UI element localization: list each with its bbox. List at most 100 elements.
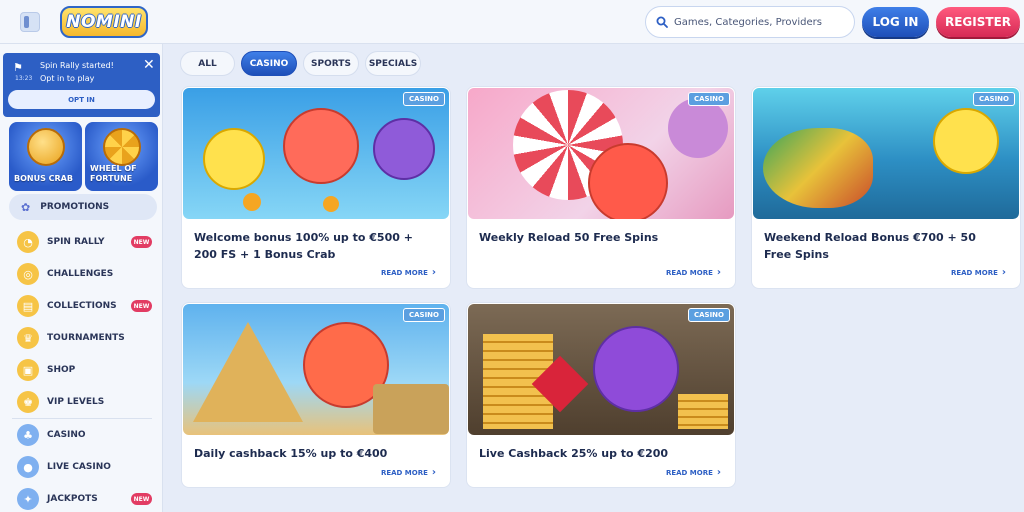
read-more-label: READ MORE (665, 268, 713, 277)
top-header: NOMINI LOG IN REGISTER (0, 0, 1024, 44)
sidebar-item-label: LIVE CASINO (47, 462, 111, 472)
read-more-link[interactable]: READ MORE › (381, 467, 436, 478)
sidebar-item-spin-rally[interactable]: ◔ SPIN RALLY NEW (0, 226, 163, 258)
wheel-of-fortune-tile[interactable]: WHEEL OF FORTUNE (85, 122, 158, 191)
promo-title: Live Cashback 25% up to €200 (479, 447, 669, 460)
close-icon[interactable]: ✕ (143, 57, 155, 73)
sidebar-item-label: SPIN RALLY (47, 237, 105, 247)
promo-image (468, 88, 734, 219)
new-badge: NEW (131, 493, 152, 505)
search-icon (656, 16, 668, 28)
sidebar-item-label: PROMOTIONS (40, 202, 110, 212)
grape-cowboy-character-icon (593, 326, 679, 412)
sidebar-item-label: COLLECTIONS (47, 301, 117, 311)
promo-card-live-cashback[interactable]: CASINO Live Cashback 25% up to €200 READ… (466, 302, 736, 488)
sidebar-item-vip-levels[interactable]: ♚ VIP LEVELS (0, 386, 163, 418)
search-bar[interactable] (645, 6, 855, 38)
chevron-right-icon: › (1001, 267, 1006, 278)
search-input[interactable] (674, 16, 834, 28)
read-more-link[interactable]: READ MORE › (666, 267, 721, 278)
coin-stack-icon (678, 394, 728, 429)
category-tag: CASINO (402, 308, 445, 322)
sidebar-item-label: TOURNAMENTS (47, 333, 125, 343)
logo-text: NOMINI (66, 12, 142, 32)
sidebar-item-jackpots[interactable]: ✦ JACKPOTS NEW (0, 483, 163, 512)
sidebar-item-challenges[interactable]: ◎ CHALLENGES (0, 258, 163, 290)
coin-icon (243, 193, 261, 211)
read-more-label: READ MORE (950, 268, 998, 277)
tab-casino[interactable]: CASINO (241, 51, 297, 76)
grape-character-icon (373, 118, 435, 180)
new-badge: NEW (131, 300, 152, 312)
spin-rally-notice: ⚑ Spin Rally started! 13:23 Opt in to pl… (3, 53, 160, 117)
lemon-fisher-character-icon (933, 108, 999, 174)
login-button[interactable]: LOG IN (862, 7, 929, 37)
promo-title: Weekend Reload Bonus €700 + 50 Free Spin… (764, 231, 976, 261)
read-more-link[interactable]: READ MORE › (951, 267, 1006, 278)
sidebar-item-label: JACKPOTS (47, 494, 98, 504)
read-more-link[interactable]: READ MORE › (666, 467, 721, 478)
flag-icon: ⚑ (13, 61, 23, 74)
promo-title: Daily cashback 15% up to €400 (194, 447, 388, 460)
promo-card-weekly-reload[interactable]: CASINO Weekly Reload 50 Free Spins READ … (466, 86, 736, 289)
chevron-right-icon: › (716, 467, 721, 478)
target-icon: ◎ (17, 263, 39, 285)
category-tag: CASINO (687, 92, 730, 106)
crown-icon: ♚ (17, 391, 39, 413)
promo-image (468, 304, 734, 435)
promo-image (753, 88, 1019, 219)
promo-card-welcome-bonus[interactable]: CASINO Welcome bonus 100% up to €500 + 2… (181, 86, 451, 289)
promo-card-daily-cashback[interactable]: CASINO Daily cashback 15% up to €400 REA… (181, 302, 451, 488)
category-tag: CASINO (402, 92, 445, 106)
bonus-crab-icon (27, 128, 65, 166)
sidebar: ⚑ Spin Rally started! 13:23 Opt in to pl… (0, 44, 163, 512)
sidebar-item-label: SHOP (47, 365, 76, 375)
jackpot-icon: ✦ (17, 488, 39, 510)
strawberry-character-icon (283, 108, 359, 184)
sidebar-item-label: CHALLENGES (47, 269, 114, 279)
notice-time: 13:23 (15, 75, 33, 82)
live-icon: ● (17, 456, 39, 478)
candy-icon (668, 98, 728, 158)
sidebar-item-tournaments[interactable]: ♛ TOURNAMENTS (0, 322, 163, 354)
sidebar-toggle-icon[interactable] (20, 12, 40, 32)
new-badge: NEW (131, 236, 152, 248)
sidebar-item-shop[interactable]: ▣ SHOP (0, 354, 163, 386)
slot-icon: ♣ (17, 424, 39, 446)
tile-label: BONUS CRAB (14, 174, 73, 183)
register-button[interactable]: REGISTER (936, 7, 1020, 37)
bonus-crab-tile[interactable]: BONUS CRAB (9, 122, 82, 191)
promo-image (183, 304, 449, 435)
read-more-label: READ MORE (380, 468, 428, 477)
sidebar-item-casino[interactable]: ♣ CASINO (0, 419, 163, 451)
coin-icon (323, 196, 339, 212)
opt-in-button[interactable]: OPT IN (8, 90, 155, 109)
read-more-label: READ MORE (380, 268, 428, 277)
shop-icon: ▣ (17, 359, 39, 381)
nomini-logo[interactable]: NOMINI (60, 6, 148, 38)
cards-icon: ▤ (17, 295, 39, 317)
tab-all[interactable]: ALL (180, 51, 235, 76)
wheel-icon (103, 128, 141, 166)
read-more-link[interactable]: READ MORE › (381, 267, 436, 278)
sidebar-item-live-casino[interactable]: ● LIVE CASINO (0, 451, 163, 483)
notice-title: Spin Rally started! (40, 61, 114, 70)
sidebar-item-collections[interactable]: ▤ COLLECTIONS NEW (0, 290, 163, 322)
strawberry-character-icon (588, 143, 668, 219)
tab-specials[interactable]: SPECIALS (365, 51, 421, 76)
fish-icon (763, 128, 873, 208)
stone-block-icon (373, 384, 449, 434)
promo-card-weekend-reload[interactable]: CASINO Weekend Reload Bonus €700 + 50 Fr… (751, 86, 1021, 289)
speedometer-icon: ◔ (17, 231, 39, 253)
category-tag: CASINO (972, 92, 1015, 106)
sidebar-item-label: VIP LEVELS (47, 397, 105, 407)
chevron-right-icon: › (431, 467, 436, 478)
promo-title: Welcome bonus 100% up to €500 + 200 FS +… (194, 231, 413, 261)
pyramid-icon (193, 322, 303, 422)
sidebar-item-promotions[interactable]: ✿ PROMOTIONS (9, 194, 157, 220)
tab-sports[interactable]: SPORTS (303, 51, 359, 76)
lemon-character-icon (203, 128, 265, 190)
category-tag: CASINO (687, 308, 730, 322)
chevron-right-icon: › (431, 267, 436, 278)
read-more-label: READ MORE (665, 468, 713, 477)
